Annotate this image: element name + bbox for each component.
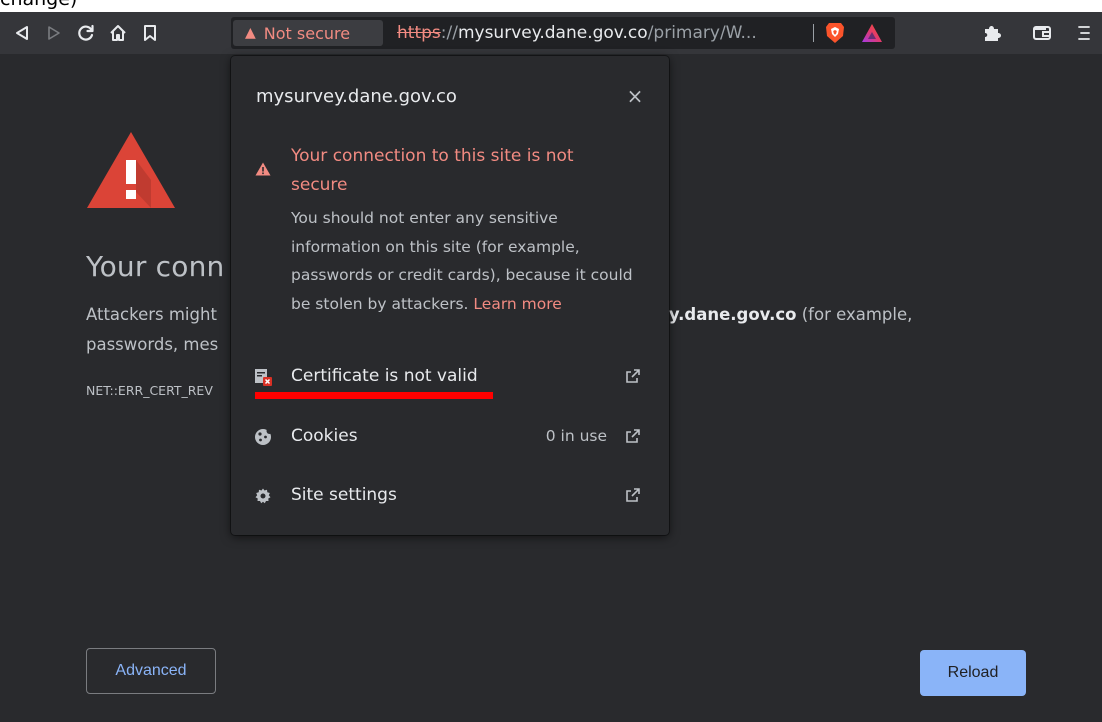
connection-warning-title: Your connection to this site is not secu… xyxy=(291,146,574,195)
menu-button[interactable] xyxy=(1070,12,1098,54)
not-secure-label: Not secure xyxy=(263,23,351,43)
home-button[interactable] xyxy=(104,12,132,54)
warning-icon: ▲ xyxy=(245,25,256,41)
annotation-underline xyxy=(255,392,493,399)
close-icon: × xyxy=(626,84,644,108)
menu-icon xyxy=(1078,26,1090,40)
advanced-button[interactable]: Advanced xyxy=(86,648,216,694)
site-settings-label: Site settings xyxy=(291,485,397,505)
site-settings-row[interactable]: Site settings xyxy=(231,475,669,515)
certificate-label: Certificate is not valid xyxy=(291,366,478,386)
forward-button[interactable] xyxy=(40,12,68,54)
address-bar[interactable]: ▲ Not secure https://mysurvey.dane.gov.c… xyxy=(231,17,895,49)
wallet-button[interactable] xyxy=(1028,12,1056,54)
site-info-popup: mysurvey.dane.gov.co × Your connection t… xyxy=(231,56,669,535)
wallet-icon xyxy=(1033,26,1051,40)
brave-rewards-icon[interactable] xyxy=(861,23,883,43)
not-secure-chip[interactable]: ▲ Not secure xyxy=(233,20,383,46)
popup-site-title: mysurvey.dane.gov.co xyxy=(256,86,457,107)
page-body-host: vey.dane.gov.co xyxy=(646,305,797,324)
bookmark-icon xyxy=(144,25,156,41)
gear-icon xyxy=(253,486,273,506)
back-icon xyxy=(16,26,28,40)
url-host: mysurvey.dane.gov.co xyxy=(457,23,648,43)
top-caption: change) xyxy=(0,0,1102,12)
bookmark-button[interactable] xyxy=(136,12,164,54)
browser-toolbar: ▲ Not secure https://mysurvey.dane.gov.c… xyxy=(0,12,1102,54)
connection-warning-body: You should not enter any sensitive infor… xyxy=(291,204,651,318)
back-button[interactable] xyxy=(8,12,36,54)
error-code: NET::ERR_CERT_REV xyxy=(86,383,213,398)
certificate-icon xyxy=(253,367,273,387)
reload-toolbar-button[interactable] xyxy=(72,12,100,54)
home-icon xyxy=(110,25,126,41)
page-body-line2: passwords, mes xyxy=(86,335,219,354)
brave-shield-icon[interactable] xyxy=(825,22,845,44)
external-link-icon xyxy=(626,429,640,443)
url-separator: :// xyxy=(440,23,458,43)
url-path: /primary/W... xyxy=(647,23,757,43)
popup-warning-icon xyxy=(255,162,271,176)
cookies-label: Cookies xyxy=(291,426,358,446)
cookie-icon xyxy=(253,427,273,447)
extensions-button[interactable] xyxy=(978,12,1006,54)
external-link-icon xyxy=(626,369,640,383)
page-heading: Your conn xyxy=(86,250,225,283)
cookies-row[interactable]: Cookies 0 in use xyxy=(231,416,669,456)
certificate-row[interactable]: Certificate is not valid xyxy=(231,356,669,396)
url-divider xyxy=(813,24,814,42)
page-body-suffix: (for example, xyxy=(796,305,913,324)
connection-warning-text: You should not enter any sensitive infor… xyxy=(291,209,633,313)
url-text[interactable]: https://mysurvey.dane.gov.co/primary/W..… xyxy=(397,17,757,49)
close-button[interactable]: × xyxy=(623,84,647,108)
external-link-icon xyxy=(626,488,640,502)
learn-more-link[interactable]: Learn more xyxy=(473,295,561,313)
url-scheme: https xyxy=(397,23,441,43)
page-warning-icon xyxy=(87,132,175,208)
caption-text: change) xyxy=(0,0,77,9)
forward-icon xyxy=(48,26,60,40)
cookies-count: 0 in use xyxy=(545,427,607,445)
refresh-icon xyxy=(78,24,94,41)
reload-button[interactable]: Reload xyxy=(920,650,1026,696)
page-body-prefix: Attackers might xyxy=(86,305,217,324)
puzzle-icon xyxy=(985,26,1001,41)
